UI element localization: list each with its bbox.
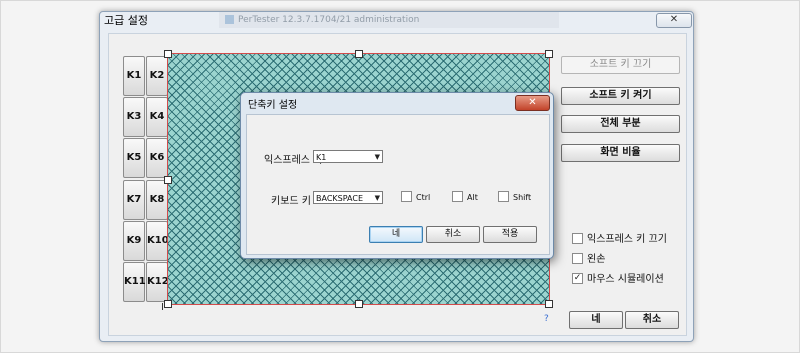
soft-key-on-button[interactable]: 소프트 키 켜기: [561, 87, 680, 105]
shortcut-close-button[interactable]: ✕: [515, 95, 550, 111]
cursor-marker: [162, 303, 163, 310]
express-key-select[interactable]: K1 ▼: [313, 150, 383, 163]
soft-key-off-button[interactable]: 소프트 키 끄기: [561, 56, 680, 74]
shortcut-ok-button[interactable]: 네: [369, 226, 423, 243]
mouse-simulation-option[interactable]: ✓ 마우스 시뮬레이션: [572, 272, 664, 287]
express-key-off-checkbox[interactable]: [572, 232, 583, 244]
shortcut-cancel-button[interactable]: 취소: [426, 226, 480, 243]
resize-handle-bottom-left[interactable]: [164, 300, 172, 308]
resize-handle-top[interactable]: [355, 50, 363, 58]
resize-handle-top-right[interactable]: [545, 50, 553, 58]
alt-checkbox[interactable]: [452, 191, 463, 202]
keyboard-key-select[interactable]: BACKSPACE ▼: [313, 191, 383, 204]
ctrl-checkbox[interactable]: [401, 191, 412, 202]
app-icon: [225, 15, 234, 24]
close-icon: ✕: [669, 14, 679, 25]
shift-option[interactable]: Shift: [498, 191, 531, 204]
checkmark-icon: ✓: [573, 272, 582, 283]
resize-handle-bottom[interactable]: [355, 300, 363, 308]
resize-handle-bottom-right[interactable]: [545, 300, 553, 308]
express-key-k6[interactable]: K6: [146, 138, 168, 178]
cancel-button[interactable]: 취소: [625, 311, 679, 329]
close-icon: ✕: [528, 97, 537, 108]
dropdown-arrow-icon: ▼: [374, 194, 380, 202]
express-key-k11[interactable]: K11: [123, 262, 146, 302]
dialog-title: 고급 설정: [104, 14, 148, 27]
shortcut-apply-button[interactable]: 적용: [483, 226, 537, 243]
background-app-titlebar: PerTester 12.3.7.1704/21 administration: [219, 12, 559, 28]
express-key-k2[interactable]: K2: [146, 56, 168, 96]
left-hand-checkbox[interactable]: [572, 252, 583, 264]
express-key-k12[interactable]: K12: [146, 262, 169, 302]
alt-option[interactable]: Alt: [452, 191, 478, 204]
ok-button[interactable]: 네: [569, 311, 623, 329]
mouse-simulation-checkbox[interactable]: ✓: [572, 272, 583, 284]
help-link[interactable]: ?: [544, 314, 549, 324]
express-key-k7[interactable]: K7: [123, 180, 145, 220]
dropdown-arrow-icon: ▼: [374, 153, 380, 161]
keyboard-key-label: 키보드 키: [271, 196, 311, 207]
express-key-k3[interactable]: K3: [123, 97, 145, 137]
left-hand-option[interactable]: 왼손: [572, 252, 605, 267]
express-key-k9[interactable]: K9: [123, 221, 145, 261]
express-key-k4[interactable]: K4: [146, 97, 168, 137]
resize-handle-top-left[interactable]: [164, 50, 172, 58]
close-button[interactable]: ✕: [656, 13, 692, 28]
shortcut-dialog-title: 단축키 설정: [248, 100, 298, 111]
express-key-k8[interactable]: K8: [146, 180, 168, 220]
ctrl-option[interactable]: Ctrl: [401, 191, 430, 204]
express-key-k1[interactable]: K1: [123, 56, 145, 96]
express-key-k10[interactable]: K10: [146, 221, 169, 261]
shift-checkbox[interactable]: [498, 191, 509, 202]
express-key-k5[interactable]: K5: [123, 138, 145, 178]
screen-ratio-button[interactable]: 화면 비율: [561, 144, 680, 162]
express-key-off-option[interactable]: 익스프레스 키 끄기: [572, 232, 667, 247]
full-part-button[interactable]: 전체 부분: [561, 115, 680, 133]
resize-handle-left[interactable]: [164, 176, 172, 184]
